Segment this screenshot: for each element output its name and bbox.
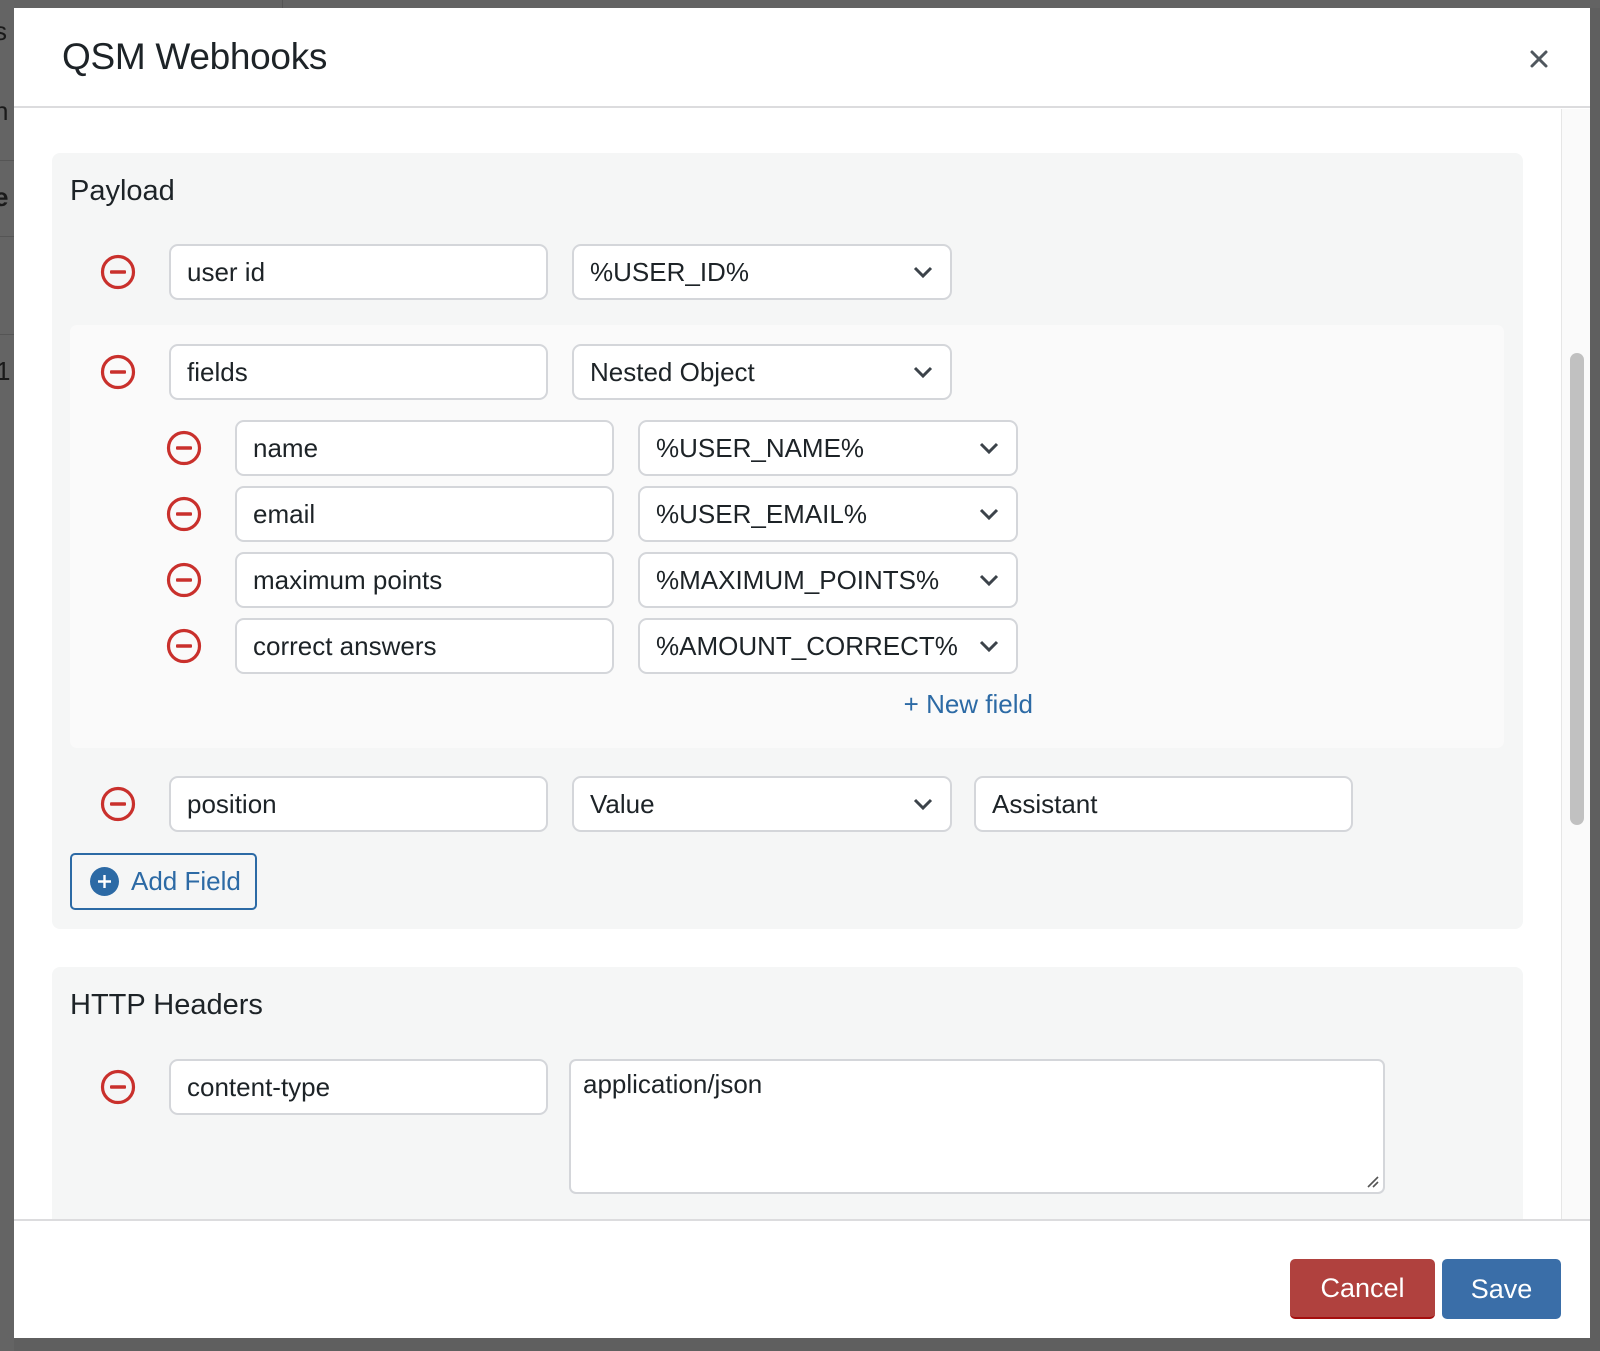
field-key-input[interactable]: user id [169, 244, 548, 300]
selected-option: %MAXIMUM_POINTS% [656, 565, 940, 595]
chevron-down-icon [979, 508, 999, 521]
background-divider [0, 236, 14, 237]
chevron-down-icon [913, 366, 933, 379]
selected-option: %USER_ID% [590, 257, 749, 287]
modal-body: Payload user id %USER_ID% fields Nested … [14, 109, 1562, 1219]
payload-row: fields Nested Object [70, 344, 970, 400]
save-button[interactable]: Save [1442, 1259, 1561, 1319]
selected-option: %USER_NAME% [656, 433, 865, 463]
field-type-select[interactable]: Value [572, 776, 952, 832]
remove-field-icon[interactable] [166, 430, 202, 466]
new-field-link[interactable]: + New field [904, 689, 1033, 720]
resize-handle-icon[interactable] [1365, 1174, 1379, 1188]
payload-row: user id %USER_ID% [52, 244, 952, 300]
background-divider [0, 334, 14, 335]
remove-header-icon[interactable] [100, 1069, 136, 1105]
field-type-select[interactable]: Nested Object [572, 344, 952, 400]
background-page-strip: s n e 1 [0, 0, 14, 1351]
background-divider [282, 0, 283, 8]
scrollbar-thumb[interactable] [1570, 353, 1584, 825]
modal-footer: Cancel Save [14, 1219, 1590, 1338]
selected-option: Nested Object [590, 357, 755, 387]
field-key-input[interactable]: email [235, 486, 614, 542]
header-value-text: application/json [583, 1069, 763, 1099]
field-type-select[interactable]: %USER_EMAIL% [638, 486, 1018, 542]
field-key-input[interactable]: correct answers [235, 618, 614, 674]
background-text: e [0, 182, 9, 212]
nested-row: correct answers %AMOUNT_CORRECT% [70, 618, 1070, 674]
chevron-down-icon [979, 574, 999, 587]
field-key-input[interactable]: fields [169, 344, 548, 400]
field-type-select[interactable]: %AMOUNT_CORRECT% [638, 618, 1018, 674]
remove-field-icon[interactable] [166, 562, 202, 598]
nested-object-panel: fields Nested Object name %USER_NAME% em… [70, 325, 1504, 748]
background-text: s [0, 16, 7, 46]
background-text: 1 [0, 356, 11, 386]
webhooks-modal: QSM Webhooks Payload user id %USER_ID% f… [14, 8, 1590, 1338]
remove-field-icon[interactable] [100, 786, 136, 822]
chevron-down-icon [979, 442, 999, 455]
modal-scrollbar[interactable] [1561, 109, 1590, 1219]
remove-field-icon[interactable] [166, 496, 202, 532]
remove-field-icon[interactable] [166, 628, 202, 664]
field-value-input[interactable]: Assistant [974, 776, 1353, 832]
header-value-textarea[interactable]: application/json [569, 1059, 1385, 1194]
payload-title: Payload [70, 175, 175, 207]
field-key-input[interactable]: name [235, 420, 614, 476]
field-key-input[interactable]: position [169, 776, 548, 832]
background-text: n [0, 96, 9, 126]
nested-row: email %USER_EMAIL% [70, 486, 1070, 542]
add-field-button[interactable]: Add Field [70, 853, 257, 910]
chevron-down-icon [913, 798, 933, 811]
cancel-button[interactable]: Cancel [1290, 1259, 1435, 1319]
modal-title: QSM Webhooks [62, 36, 328, 77]
selected-option: %AMOUNT_CORRECT% [656, 631, 958, 661]
background-divider [0, 160, 14, 161]
field-type-select[interactable]: %USER_NAME% [638, 420, 1018, 476]
field-type-select[interactable]: %USER_ID% [572, 244, 952, 300]
close-button[interactable] [1524, 44, 1554, 74]
chevron-down-icon [979, 640, 999, 653]
payload-panel: Payload user id %USER_ID% fields Nested … [52, 153, 1523, 929]
plus-circle-icon [90, 867, 119, 896]
payload-row: position Value Assistant [52, 776, 1353, 832]
selected-option: %USER_EMAIL% [656, 499, 867, 529]
nested-row: maximum points %MAXIMUM_POINTS% [70, 552, 1070, 608]
close-icon [1530, 50, 1548, 68]
background-page-top [14, 0, 1600, 8]
nested-row: name %USER_NAME% [70, 420, 1070, 476]
field-type-select[interactable]: %MAXIMUM_POINTS% [638, 552, 1018, 608]
selected-option: Value [590, 789, 655, 819]
header-key-input[interactable]: content-type [169, 1059, 548, 1115]
field-key-input[interactable]: maximum points [235, 552, 614, 608]
remove-field-icon[interactable] [100, 254, 136, 290]
http-headers-panel: HTTP Headers content-type application/js… [52, 967, 1523, 1219]
chevron-down-icon [913, 266, 933, 279]
http-headers-title: HTTP Headers [70, 989, 263, 1021]
remove-field-icon[interactable] [100, 354, 136, 390]
add-field-label: Add Field [131, 866, 241, 896]
modal-header: QSM Webhooks [14, 8, 1590, 108]
